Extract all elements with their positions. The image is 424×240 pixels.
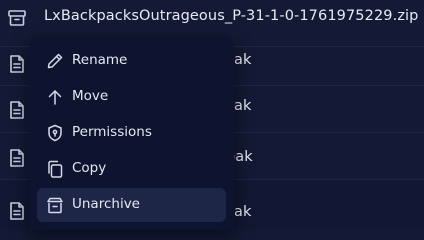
file-icon: [6, 99, 28, 121]
file-icon: [6, 200, 28, 222]
file-icon: [6, 53, 28, 75]
file-name: ak: [234, 204, 252, 220]
menu-item-label: Rename: [72, 52, 128, 68]
menu-item-label: Unarchive: [72, 196, 140, 212]
arrow-up-icon: [45, 87, 65, 107]
menu-item-label: Copy: [72, 160, 107, 176]
context-menu: Rename Move Permissions Copy Unarchive: [29, 36, 234, 230]
pencil-icon: [45, 51, 65, 71]
file-icon: [6, 147, 28, 169]
menu-item-label: Permissions: [72, 124, 152, 140]
archive-icon: [6, 7, 28, 29]
menu-item-rename[interactable]: Rename: [37, 44, 226, 78]
menu-item-copy[interactable]: Copy: [37, 152, 226, 186]
file-name: LxBackpacksOutrageous_P-31-1-0-176197522…: [44, 8, 419, 24]
shield-icon: [45, 123, 65, 143]
file-name: ak: [234, 98, 252, 114]
menu-item-unarchive[interactable]: Unarchive: [37, 188, 226, 222]
copy-icon: [45, 159, 65, 179]
menu-item-label: Move: [72, 88, 109, 104]
menu-item-move[interactable]: Move: [37, 80, 226, 114]
file-name: ak: [234, 52, 252, 68]
unarchive-icon: [45, 195, 65, 215]
menu-item-permissions[interactable]: Permissions: [37, 116, 226, 150]
